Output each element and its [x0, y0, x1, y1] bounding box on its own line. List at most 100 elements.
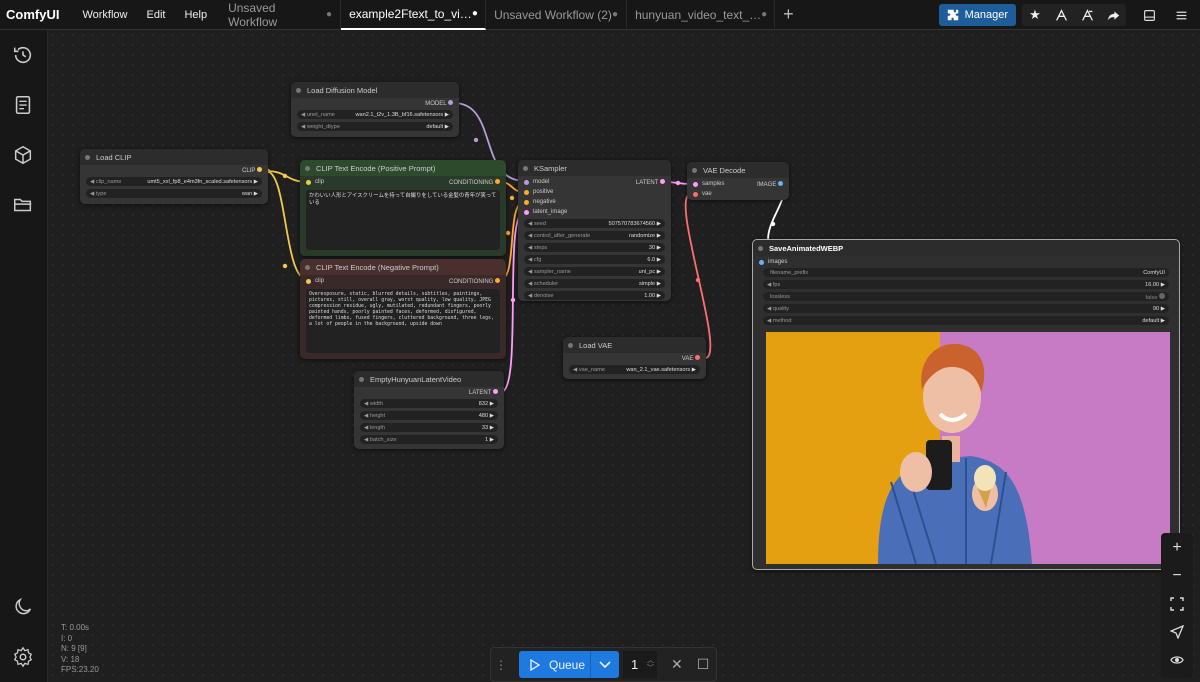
- input-dot-icon[interactable]: [524, 189, 529, 195]
- node-title[interactable]: VAE Decode: [687, 162, 789, 178]
- output-dot-icon[interactable]: [660, 179, 665, 184]
- node-clip-text-encode-negative[interactable]: CLIP Text Encode (Negative Prompt) clip …: [300, 259, 506, 359]
- node-title[interactable]: SaveAnimatedWEBP: [753, 240, 1179, 256]
- node-load-diffusion-model[interactable]: Load Diffusion Model MODEL ◀ unet_name wa…: [291, 82, 459, 137]
- node-title[interactable]: EmptyHunyuanLatentVideo: [354, 371, 504, 387]
- output-latent[interactable]: LATENT: [636, 179, 665, 186]
- output-conditioning[interactable]: CONDITIONING: [449, 278, 500, 285]
- input-clip[interactable]: clip: [306, 278, 324, 284]
- widget-quality[interactable]: ◀ quality 90 ▶: [763, 304, 1169, 313]
- node-title[interactable]: CLIP Text Encode (Positive Prompt): [300, 160, 506, 176]
- input-dot-icon[interactable]: [759, 259, 764, 265]
- toggle-panel-icon[interactable]: [1136, 4, 1162, 26]
- share-icon[interactable]: [1100, 4, 1126, 26]
- collapse-dot-icon[interactable]: [305, 165, 310, 171]
- theme-moon-icon[interactable]: [12, 596, 36, 620]
- widget-lossless[interactable]: lossless false: [763, 292, 1169, 301]
- input-dot-icon[interactable]: [306, 179, 311, 185]
- widget-control-after-generate[interactable]: ◀ control_after_generate randomize ▶: [524, 231, 665, 240]
- output-dot-icon[interactable]: [695, 355, 700, 360]
- menu-help[interactable]: Help: [175, 9, 220, 21]
- widget-clip-name[interactable]: ◀ clip_name umt5_xxl_fp8_e4m3fn_scaled.sa…: [86, 177, 262, 186]
- node-title[interactable]: Load VAE: [563, 337, 706, 353]
- input-dot-icon[interactable]: [693, 181, 698, 187]
- manager-button[interactable]: Manager: [938, 4, 1016, 26]
- node-title[interactable]: KSampler: [518, 160, 671, 176]
- hamburger-menu-icon[interactable]: [1168, 4, 1194, 26]
- widget-method[interactable]: ◀ method default ▶: [763, 316, 1169, 325]
- pointer-mode-icon[interactable]: [1169, 624, 1185, 640]
- output-model[interactable]: MODEL: [425, 100, 453, 107]
- widget-height[interactable]: ◀ height 480 ▶: [360, 411, 498, 420]
- widget-fps[interactable]: ◀ fps 16.00 ▶: [763, 280, 1169, 289]
- node-title[interactable]: CLIP Text Encode (Negative Prompt): [300, 259, 506, 275]
- model-manager-icon[interactable]: [1074, 4, 1100, 26]
- node-title[interactable]: Load Diffusion Model: [291, 82, 459, 98]
- input-dot-icon[interactable]: [524, 199, 529, 205]
- menu-edit[interactable]: Edit: [137, 9, 175, 21]
- input-dot-icon[interactable]: [524, 209, 529, 215]
- widget-scheduler[interactable]: ◀ scheduler simple ▶: [524, 279, 665, 288]
- collapse-dot-icon[interactable]: [523, 165, 528, 171]
- chevron-down-icon[interactable]: [590, 651, 619, 678]
- output-dot-icon[interactable]: [493, 389, 498, 394]
- prompt-textarea[interactable]: Overexposure, static, blurred details, s…: [306, 289, 500, 353]
- output-clip[interactable]: CLIP: [242, 167, 262, 174]
- collapse-dot-icon[interactable]: [692, 167, 697, 173]
- collapse-dot-icon[interactable]: [305, 264, 310, 270]
- widget-weight-dtype[interactable]: ◀ weight_dtype default ▶: [297, 122, 453, 131]
- tab-hunyuan-video[interactable]: hunyuan_video_text_… ●: [627, 0, 776, 30]
- input-clip[interactable]: clip: [306, 179, 324, 185]
- new-tab-plus-icon[interactable]: +: [775, 4, 802, 25]
- output-latent[interactable]: LATENT: [469, 389, 498, 396]
- output-dot-icon[interactable]: [448, 100, 453, 105]
- graph-canvas[interactable]: Load Diffusion Model MODEL ◀ unet_name wa…: [48, 30, 1200, 682]
- output-dot-icon[interactable]: [257, 167, 262, 172]
- output-vae[interactable]: VAE: [682, 355, 700, 362]
- collapse-dot-icon[interactable]: [85, 154, 90, 160]
- output-dot-icon[interactable]: [778, 181, 783, 186]
- stop-square-icon[interactable]: ☐: [697, 656, 710, 673]
- widget-cfg[interactable]: ◀ cfg 6.0 ▶: [524, 255, 665, 264]
- node-vae-decode[interactable]: VAE Decode samples vae IMAGE: [687, 162, 789, 200]
- fit-view-icon[interactable]: [1169, 596, 1185, 612]
- output-dot-icon[interactable]: [495, 278, 500, 283]
- node-title[interactable]: Load CLIP: [80, 149, 268, 165]
- zoom-in-icon[interactable]: +: [1169, 539, 1185, 556]
- star-icon[interactable]: ★: [1022, 4, 1048, 26]
- widget-length[interactable]: ◀ length 33 ▶: [360, 423, 498, 432]
- workflows-folder-icon[interactable]: [12, 194, 36, 218]
- toggle-links-eye-icon[interactable]: [1169, 652, 1185, 668]
- node-ksampler[interactable]: KSampler LATENT model positive negative …: [518, 160, 671, 301]
- widget-filename-prefix[interactable]: filename_prefix ComfyUI: [763, 268, 1169, 277]
- node-empty-hunyuan-latent-video[interactable]: EmptyHunyuanLatentVideo LATENT ◀ width 83…: [354, 371, 504, 449]
- input-model[interactable]: model: [524, 179, 549, 185]
- drag-handle-icon[interactable]: ⋮: [495, 658, 507, 672]
- output-image[interactable]: IMAGE: [757, 181, 783, 188]
- node-save-animated-webp[interactable]: SaveAnimatedWEBP images filename_prefix C…: [752, 239, 1180, 570]
- widget-vae-name[interactable]: ◀ vae_name wan_2.1_vae.safetensors ▶: [569, 365, 700, 374]
- node-clip-text-encode-positive[interactable]: CLIP Text Encode (Positive Prompt) clip …: [300, 160, 506, 256]
- prompt-textarea[interactable]: かわいい人形とアイスクリームを持って自撮りをしている金髪の青年が笑っている: [306, 190, 500, 250]
- widget-seed[interactable]: ◀ seed 507570783674560 ▶: [524, 219, 665, 228]
- input-latent-image[interactable]: latent_image: [524, 209, 567, 215]
- widget-width[interactable]: ◀ width 832 ▶: [360, 399, 498, 408]
- widget-steps[interactable]: ◀ steps 30 ▶: [524, 243, 665, 252]
- batch-count-input[interactable]: 1 ︿ ﹀: [623, 651, 657, 678]
- stepper-arrows-icon[interactable]: ︿ ﹀: [647, 657, 654, 673]
- collapse-dot-icon[interactable]: [758, 245, 763, 251]
- input-positive[interactable]: positive: [524, 189, 553, 195]
- input-dot-icon[interactable]: [524, 179, 529, 185]
- node-load-vae[interactable]: Load VAE VAE ◀ vae_name wan_2.1_vae.safet…: [563, 337, 706, 379]
- input-negative[interactable]: negative: [524, 199, 556, 205]
- widget-batch-size[interactable]: ◀ batch_size 1 ▶: [360, 435, 498, 444]
- output-conditioning[interactable]: CONDITIONING: [449, 179, 500, 186]
- widget-denoise[interactable]: ◀ denoise 1.00 ▶: [524, 291, 665, 300]
- tab-unsaved-workflow[interactable]: Unsaved Workflow ●: [220, 0, 342, 30]
- input-dot-icon[interactable]: [306, 278, 311, 284]
- zoom-out-icon[interactable]: −: [1169, 567, 1185, 584]
- toggle-off-icon[interactable]: [1159, 292, 1165, 299]
- output-dot-icon[interactable]: [495, 179, 500, 184]
- history-icon[interactable]: [12, 44, 36, 68]
- menu-workflow[interactable]: Workflow: [73, 9, 137, 21]
